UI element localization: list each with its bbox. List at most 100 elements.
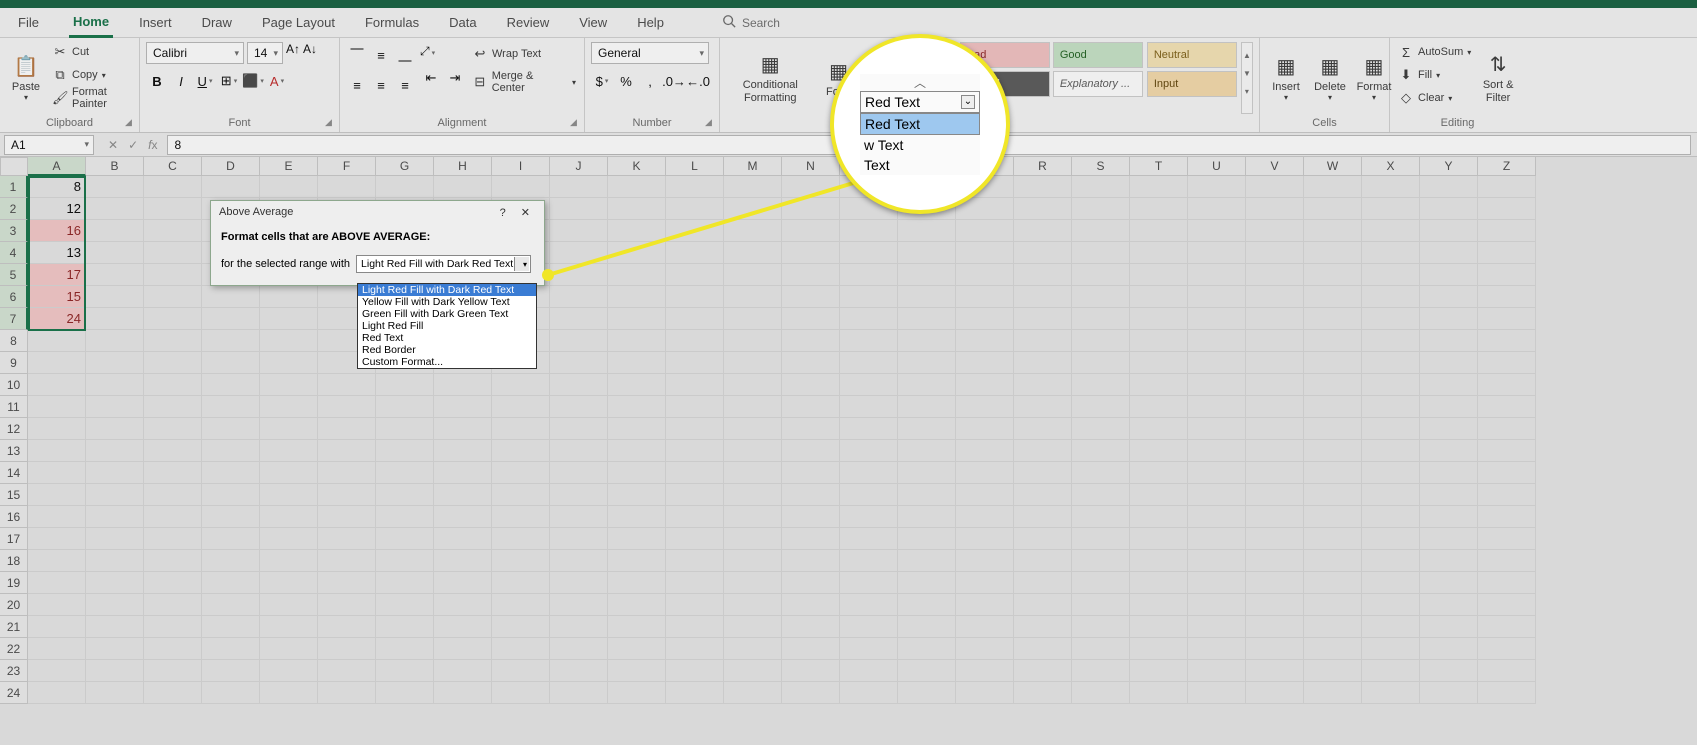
cell-B15[interactable] <box>86 484 144 506</box>
tab-data[interactable]: Data <box>445 9 480 36</box>
cell-W2[interactable] <box>1304 198 1362 220</box>
fill-button[interactable]: ⬇Fill▾ <box>1396 65 1473 85</box>
cell-O4[interactable] <box>840 242 898 264</box>
cell-J12[interactable] <box>550 418 608 440</box>
cell-T2[interactable] <box>1130 198 1188 220</box>
cell-V4[interactable] <box>1246 242 1304 264</box>
cell-Y18[interactable] <box>1420 550 1478 572</box>
gallery-up-icon[interactable]: ▲ <box>1242 51 1252 69</box>
cell-K7[interactable] <box>608 308 666 330</box>
cell-R18[interactable] <box>1014 550 1072 572</box>
cell-N20[interactable] <box>782 594 840 616</box>
cell-M23[interactable] <box>724 660 782 682</box>
cell-A24[interactable] <box>28 682 86 704</box>
cell-U13[interactable] <box>1188 440 1246 462</box>
cell-X6[interactable] <box>1362 286 1420 308</box>
cell-B11[interactable] <box>86 396 144 418</box>
cell-R1[interactable] <box>1014 176 1072 198</box>
cell-V24[interactable] <box>1246 682 1304 704</box>
decrease-decimal-icon[interactable]: ←.0 <box>687 70 709 92</box>
cell-D6[interactable] <box>202 286 260 308</box>
cell-Z7[interactable] <box>1478 308 1536 330</box>
cell-I11[interactable] <box>492 396 550 418</box>
cell-Q15[interactable] <box>956 484 1014 506</box>
row-header-9[interactable]: 9 <box>0 352 28 374</box>
cell-C11[interactable] <box>144 396 202 418</box>
cell-H13[interactable] <box>434 440 492 462</box>
cell-U17[interactable] <box>1188 528 1246 550</box>
cell-M9[interactable] <box>724 352 782 374</box>
column-header-C[interactable]: C <box>144 157 202 176</box>
cell-F17[interactable] <box>318 528 376 550</box>
cell-T19[interactable] <box>1130 572 1188 594</box>
cell-T16[interactable] <box>1130 506 1188 528</box>
style-neutral[interactable]: Neutral <box>1147 42 1237 68</box>
cell-B23[interactable] <box>86 660 144 682</box>
cell-J2[interactable] <box>550 198 608 220</box>
cell-E8[interactable] <box>260 330 318 352</box>
cell-C18[interactable] <box>144 550 202 572</box>
cell-L9[interactable] <box>666 352 724 374</box>
cell-K1[interactable] <box>608 176 666 198</box>
cell-B1[interactable] <box>86 176 144 198</box>
cell-S15[interactable] <box>1072 484 1130 506</box>
cell-Z8[interactable] <box>1478 330 1536 352</box>
cell-F23[interactable] <box>318 660 376 682</box>
cell-P9[interactable] <box>898 352 956 374</box>
cell-H18[interactable] <box>434 550 492 572</box>
cell-V23[interactable] <box>1246 660 1304 682</box>
cell-Q13[interactable] <box>956 440 1014 462</box>
cell-V22[interactable] <box>1246 638 1304 660</box>
cell-Z11[interactable] <box>1478 396 1536 418</box>
cell-R7[interactable] <box>1014 308 1072 330</box>
cell-A1[interactable]: 8 <box>28 176 86 198</box>
cell-O3[interactable] <box>840 220 898 242</box>
row-header-18[interactable]: 18 <box>0 550 28 572</box>
cell-S9[interactable] <box>1072 352 1130 374</box>
row-header-5[interactable]: 5 <box>0 264 28 286</box>
cell-A2[interactable]: 12 <box>28 198 86 220</box>
tab-formulas[interactable]: Formulas <box>361 9 423 36</box>
cell-C20[interactable] <box>144 594 202 616</box>
cell-G16[interactable] <box>376 506 434 528</box>
font-color-button[interactable]: A <box>266 70 288 92</box>
select-all-corner[interactable] <box>0 157 28 176</box>
cell-O22[interactable] <box>840 638 898 660</box>
cell-Y16[interactable] <box>1420 506 1478 528</box>
cell-X24[interactable] <box>1362 682 1420 704</box>
conditional-formatting-button[interactable]: ▦ Conditional Formatting <box>726 42 815 114</box>
cell-M1[interactable] <box>724 176 782 198</box>
cell-S3[interactable] <box>1072 220 1130 242</box>
cell-W10[interactable] <box>1304 374 1362 396</box>
cell-B6[interactable] <box>86 286 144 308</box>
cell-Y20[interactable] <box>1420 594 1478 616</box>
cell-Y12[interactable] <box>1420 418 1478 440</box>
cell-D19[interactable] <box>202 572 260 594</box>
cell-C22[interactable] <box>144 638 202 660</box>
cell-W3[interactable] <box>1304 220 1362 242</box>
format-dropdown-list[interactable]: Light Red Fill with Dark Red TextYellow … <box>357 283 537 369</box>
cell-W12[interactable] <box>1304 418 1362 440</box>
delete-cells-button[interactable]: ▦Delete▾ <box>1310 42 1350 114</box>
cell-R6[interactable] <box>1014 286 1072 308</box>
orientation-icon[interactable]: ⤢ <box>420 44 466 59</box>
cell-Y21[interactable] <box>1420 616 1478 638</box>
cell-X20[interactable] <box>1362 594 1420 616</box>
cell-B19[interactable] <box>86 572 144 594</box>
cell-S17[interactable] <box>1072 528 1130 550</box>
cell-W11[interactable] <box>1304 396 1362 418</box>
column-header-X[interactable]: X <box>1362 157 1420 176</box>
cell-M16[interactable] <box>724 506 782 528</box>
cell-J17[interactable] <box>550 528 608 550</box>
cell-G20[interactable] <box>376 594 434 616</box>
cell-T3[interactable] <box>1130 220 1188 242</box>
cell-P20[interactable] <box>898 594 956 616</box>
cell-C10[interactable] <box>144 374 202 396</box>
cell-P15[interactable] <box>898 484 956 506</box>
cell-B7[interactable] <box>86 308 144 330</box>
cell-D23[interactable] <box>202 660 260 682</box>
cell-X2[interactable] <box>1362 198 1420 220</box>
column-header-R[interactable]: R <box>1014 157 1072 176</box>
cell-W4[interactable] <box>1304 242 1362 264</box>
row-header-10[interactable]: 10 <box>0 374 28 396</box>
